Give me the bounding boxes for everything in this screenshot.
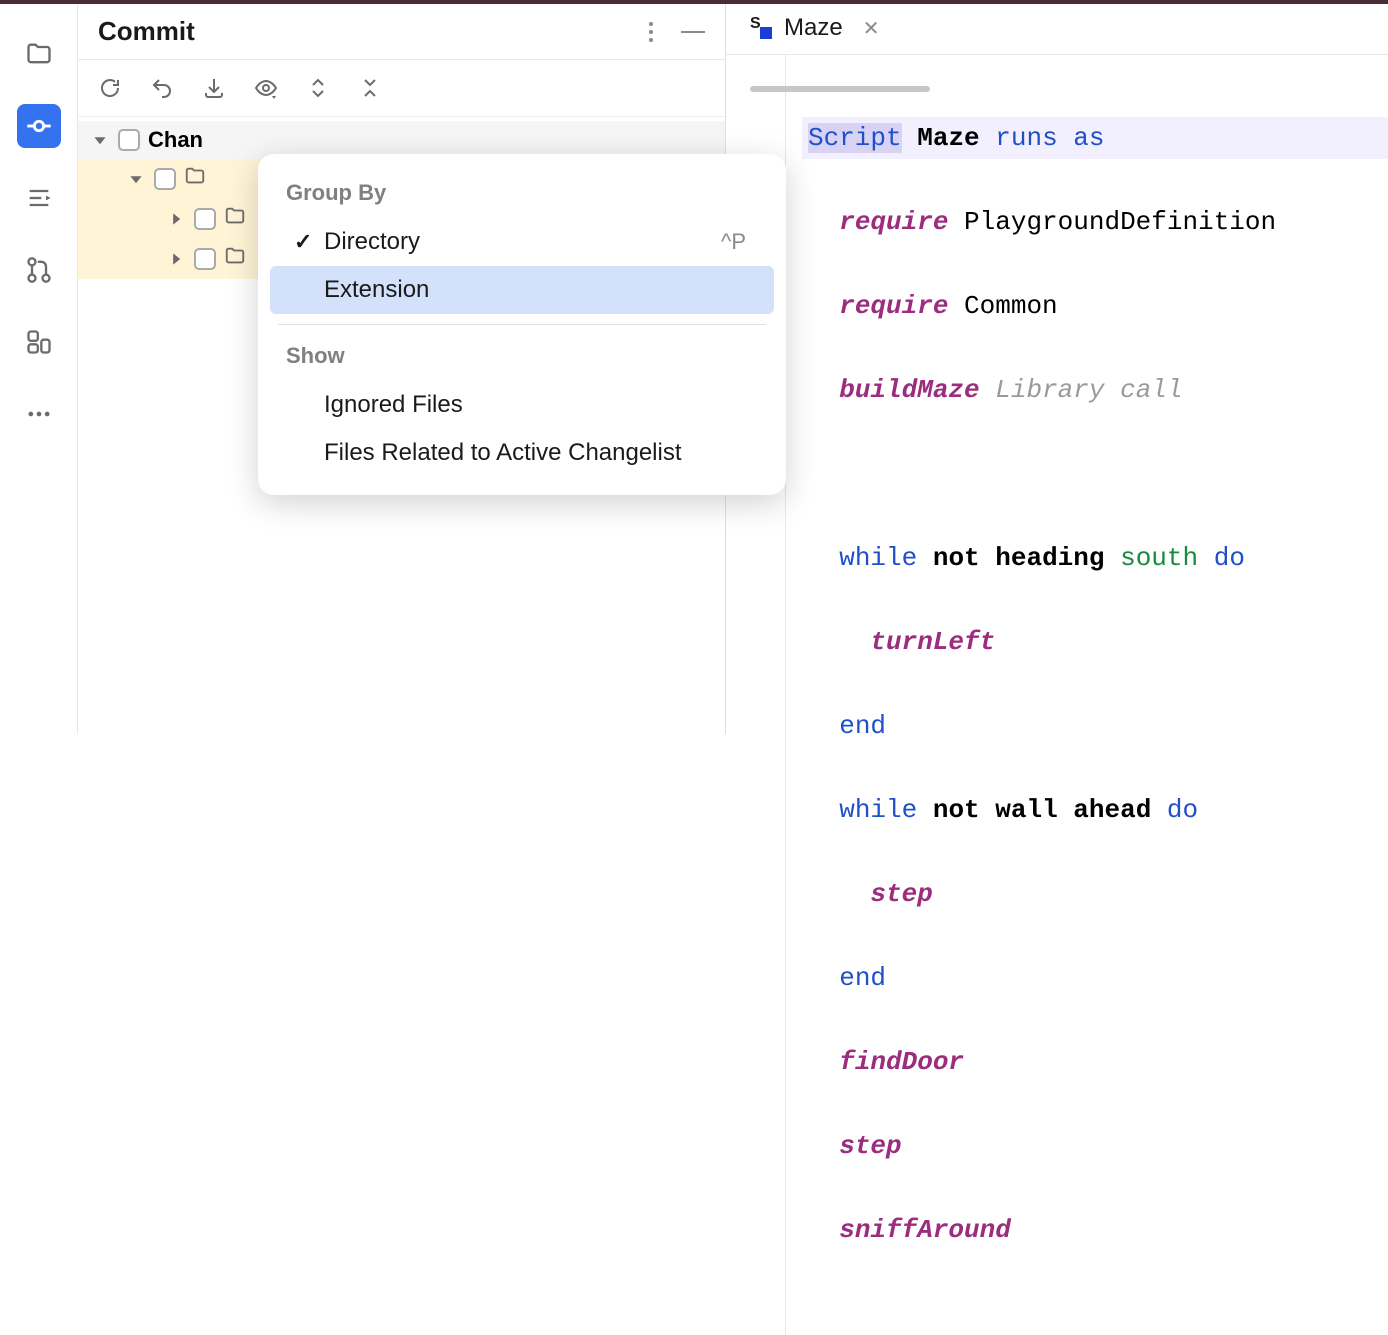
pull-requests-icon[interactable] [17, 248, 61, 292]
show-ignored-files-item[interactable]: Ignored Files [270, 381, 774, 429]
chevron-right-icon[interactable] [166, 209, 186, 229]
collapse-all-icon[interactable] [356, 74, 384, 102]
structure-icon[interactable] [17, 176, 61, 220]
group-by-extension-item[interactable]: Extension [270, 266, 774, 314]
commit-toolbar [78, 60, 725, 117]
changelist-label: Chan [148, 127, 203, 153]
chevron-down-icon[interactable] [126, 169, 146, 189]
editor-tab-bar: S Maze ✕ [726, 4, 1388, 55]
group-by-directory-item[interactable]: ✓ Directory ^P [270, 218, 774, 266]
chevron-down-icon[interactable] [90, 130, 110, 150]
changelist-checkbox[interactable] [118, 129, 140, 151]
editor-panel: S Maze ✕ Script Maze runs as require Pla… [726, 4, 1388, 734]
keyboard-shortcut: ^P [721, 229, 746, 255]
panel-options-icon[interactable] [649, 22, 653, 42]
close-icon[interactable]: ✕ [863, 16, 880, 41]
folder-icon [184, 165, 206, 193]
show-related-files-item[interactable]: Files Related to Active Changelist [270, 429, 774, 477]
tab-label: Maze [784, 14, 843, 42]
expand-all-icon[interactable] [304, 74, 332, 102]
minimize-icon[interactable] [681, 31, 705, 33]
folder-icon [224, 205, 246, 233]
folder-icon [224, 245, 246, 273]
view-options-icon[interactable] [252, 74, 280, 102]
divider [278, 324, 766, 325]
panel-title: Commit [98, 16, 195, 47]
editor-tab[interactable]: S Maze ✕ [750, 14, 879, 54]
popup-section-header: Group By [258, 172, 786, 218]
popup-section-header: Show [258, 335, 786, 381]
tab-indicator [750, 86, 930, 92]
rollback-icon[interactable] [148, 74, 176, 102]
chevron-right-icon[interactable] [166, 249, 186, 269]
checkmark-icon: ✓ [294, 229, 324, 255]
more-icon[interactable] [17, 392, 61, 436]
folder-checkbox[interactable] [154, 168, 176, 190]
code-editor[interactable]: Script Maze runs as require PlaygroundDe… [786, 55, 1388, 1335]
code-area: Script Maze runs as require PlaygroundDe… [726, 55, 1388, 1335]
services-icon[interactable] [17, 320, 61, 364]
folder-checkbox[interactable] [194, 208, 216, 230]
panel-header: Commit [78, 4, 725, 60]
project-icon[interactable] [17, 32, 61, 76]
script-file-icon: S [750, 17, 772, 39]
view-options-popup: Group By ✓ Directory ^P Extension Show I… [258, 154, 786, 495]
commit-icon[interactable] [17, 104, 61, 148]
folder-checkbox[interactable] [194, 248, 216, 270]
shelve-icon[interactable] [200, 74, 228, 102]
nav-sidebar [0, 4, 78, 734]
refresh-icon[interactable] [96, 74, 124, 102]
